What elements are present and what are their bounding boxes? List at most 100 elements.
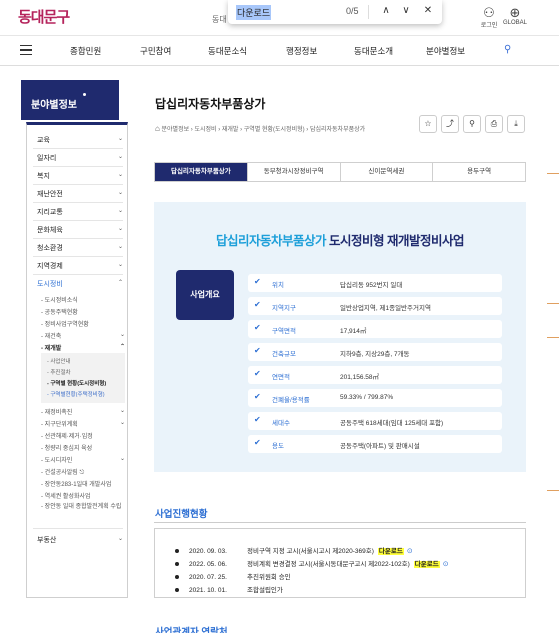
lnb-item-environment[interactable]: 청소환경 ⌄ (37, 243, 123, 253)
lnb-sub-promotion[interactable]: - 재정비촉진 ⌄ (41, 407, 125, 416)
section-divider (154, 522, 526, 523)
lnb-item-realestate[interactable]: 부동산 ⌄ (37, 535, 123, 545)
zoom-button[interactable]: ⚲ (463, 115, 481, 133)
search-icon[interactable]: ⚲ (504, 44, 511, 55)
lnb-sub-label: 지구단위계획 (44, 422, 78, 428)
overview-row: ✔ 건폐율/용적률 59.33% / 799.87% (248, 389, 502, 407)
bullet-icon (175, 575, 179, 580)
lnb-sub3-urban-type[interactable]: - 구역별 현황(도시정비형) (47, 379, 125, 387)
chevron-down-icon: ⌄ (117, 208, 123, 214)
global-button[interactable]: ⊕ GLOBAL (500, 6, 530, 27)
lnb-sub-housing[interactable]: - 공동주택현황 (41, 307, 125, 316)
overview-row: ✔ 위치 답십리동 952번지 일대 (248, 274, 502, 292)
tab-dongbu[interactable]: 동부청과시장정비구역 (248, 163, 341, 181)
lnb-item-label: 복지 (37, 173, 50, 180)
find-close-button[interactable]: ✕ (420, 3, 436, 19)
progress-date: 2020. 09. 03. (189, 548, 227, 555)
find-count: 0/5 (346, 6, 359, 16)
lnb-item-label: 도시정비 (37, 281, 63, 288)
overview-value: 일반상업지역, 제1종일반주거지역 (340, 305, 431, 312)
chevron-down-icon: ⌄ (119, 456, 125, 462)
lnb-item-label: 지역경제 (37, 263, 63, 270)
lnb-item-urban-renewal[interactable]: 도시정비 ⌃ (37, 279, 123, 289)
overview-key: 건축규모 (272, 351, 296, 358)
overview-value: 답십리동 952번지 일대 (340, 282, 403, 289)
bullet-icon (175, 588, 179, 593)
lnb-sub-rebuild[interactable]: - 재건축 ⌄ (41, 331, 125, 340)
find-input[interactable]: 다운로드 (236, 5, 272, 20)
lnb-sub-district[interactable]: - 지구단위계획 ⌄ (41, 419, 125, 428)
share-button[interactable]: ⤴ (441, 115, 459, 133)
download-link[interactable]: 다운로드 (413, 561, 440, 568)
overview-key: 연면적 (272, 374, 290, 381)
lnb-item-welfare[interactable]: 복지 ⌄ (37, 171, 123, 181)
download-link[interactable]: 다운로드 (377, 548, 404, 555)
home-icon[interactable]: ⌂ (155, 124, 160, 133)
lnb-sub-label: 선관해제·제거·임정 (44, 434, 93, 440)
progress-text: 정비계획 변경결정 고시(서울시동대문구고시 제2022-102호) (247, 561, 410, 568)
download-icon[interactable]: ⊙ (407, 548, 413, 555)
project-title: 답십리자동차부품상가 도시정비형 재개발정비사업 (154, 230, 526, 249)
download-page-button[interactable]: ⤓ (507, 115, 525, 133)
lnb-sub-release[interactable]: - 선관해제·제거·임정 (41, 431, 125, 440)
lnb-sub-cheongnyangni[interactable]: - 청량리 중심지 육성 (41, 443, 125, 452)
tab-dapsimni[interactable]: 답십리자동차부품상가 (155, 163, 248, 181)
overview-row: ✔ 건축규모 지하9층, 지상29층, 7개동 (248, 343, 502, 361)
lnb-sub-design[interactable]: - 도시디자인 ⌄ (41, 455, 125, 464)
lnb-sub-redevelop[interactable]: - 재개발 ⌃ (41, 343, 125, 352)
lnb-item-label: 지리교통 (37, 209, 63, 216)
find-next-button[interactable]: ∨ (398, 3, 414, 19)
lnb-sub-label: 장안동283-1일대 개발사업 (44, 482, 112, 488)
page-edge-marker (547, 303, 559, 304)
lnb-sub-station[interactable]: - 역세권 활성화사업 (41, 491, 125, 500)
lnb-sub-jangan283[interactable]: - 장안동283-1일대 개발사업 (41, 479, 125, 488)
chevron-down-icon: ⌄ (117, 154, 123, 160)
progress-date: 2022. 05. 06. (189, 561, 227, 568)
lnb-sub-label: 정비사업구역현황 (44, 322, 89, 328)
overview-key: 위치 (272, 282, 284, 289)
lnb-item-economy[interactable]: 지역경제 ⌄ (37, 261, 123, 271)
gnb-item-about[interactable]: 동대문소개 (354, 45, 393, 57)
lnb-sub3-label: 추진절차 (50, 370, 71, 376)
gnb-item-civil[interactable]: 종합민원 (70, 45, 101, 57)
lnb-sub3-label: 구역별현황(주택정비형) (50, 392, 105, 398)
lnb-sub-areas[interactable]: - 정비사업구역현황 (41, 319, 125, 328)
site-logo[interactable]: 동대문구 (18, 6, 70, 27)
progress-row: 2020. 09. 03. 정비구역 지정 고시(서울시고시 제2020-369호… (175, 545, 413, 555)
overview-row: ✔ 세대수 공동주택 618세대(임대 125세대 포함) (248, 412, 502, 430)
check-circle-icon: ✔ (254, 346, 261, 355)
area-tabs: 답십리자동차부품상가 동부청과시장정비구역 신이문역세권 용두구역 (154, 162, 526, 182)
print-button[interactable]: ⎙ (485, 115, 503, 133)
page-title: 답십리자동차부품상가 (155, 97, 266, 111)
progress-row: 2020. 07. 25. 추진위원회 승인 (175, 571, 291, 581)
global-label: GLOBAL (502, 20, 527, 26)
gnb-item-admin[interactable]: 행정정보 (286, 45, 317, 57)
tab-yongdu[interactable]: 용두구역 (433, 163, 525, 181)
lnb-sub-news[interactable]: - 도시정비소식 (41, 295, 125, 304)
lnb-sub-jangan-plan[interactable]: - 장안동 일대 종합발전계획 수립 (41, 503, 125, 512)
chevron-down-icon: ⌄ (117, 244, 123, 250)
lnb-item-education[interactable]: 교육 ⌄ (37, 135, 123, 145)
menu-icon[interactable] (20, 45, 32, 55)
breadcrumb-text[interactable]: 분야별정보 › 도시정비 › 재개발 › 구역별 현황(도시정비형) › 답십리… (162, 127, 366, 133)
lnb-sub3-procedure[interactable]: - 추진절차 (47, 368, 125, 376)
progress-row: 2022. 05. 06. 정비계획 변경결정 고시(서울시동대문구고시 제202… (175, 558, 449, 568)
lnb-sub3-housing-type[interactable]: - 구역별현황(주택정비형) (47, 390, 125, 398)
overview-row: ✔ 지역지구 일반상업지역, 제1종일반주거지역 (248, 297, 502, 315)
lnb-item-jobs[interactable]: 일자리 ⌄ (37, 153, 123, 163)
lnb-sub-construction[interactable]: - 건설공사알림 ⎋ (41, 467, 125, 477)
lnb-sub-label: 건설공사알림 ⎋ (44, 470, 85, 476)
gnb-item-fields[interactable]: 분야별정보 (426, 45, 465, 57)
tab-sinimun[interactable]: 신이문역세권 (341, 163, 434, 181)
gnb-item-participation[interactable]: 구민참여 (140, 45, 171, 57)
favorite-button[interactable]: ☆ (419, 115, 437, 133)
lnb-item-culture[interactable]: 문화체육 ⌄ (37, 225, 123, 235)
check-circle-icon: ✔ (254, 300, 261, 309)
download-icon[interactable]: ⊙ (443, 561, 449, 568)
lnb-item-traffic[interactable]: 지리교통 ⌄ (37, 207, 123, 217)
gnb-item-news[interactable]: 동대문소식 (208, 45, 247, 57)
lnb-sub3-guide[interactable]: - 사업안내 (47, 357, 125, 365)
find-previous-button[interactable]: ∧ (378, 3, 394, 19)
divider (33, 256, 123, 257)
lnb-item-safety[interactable]: 재난안전 ⌄ (37, 189, 123, 199)
